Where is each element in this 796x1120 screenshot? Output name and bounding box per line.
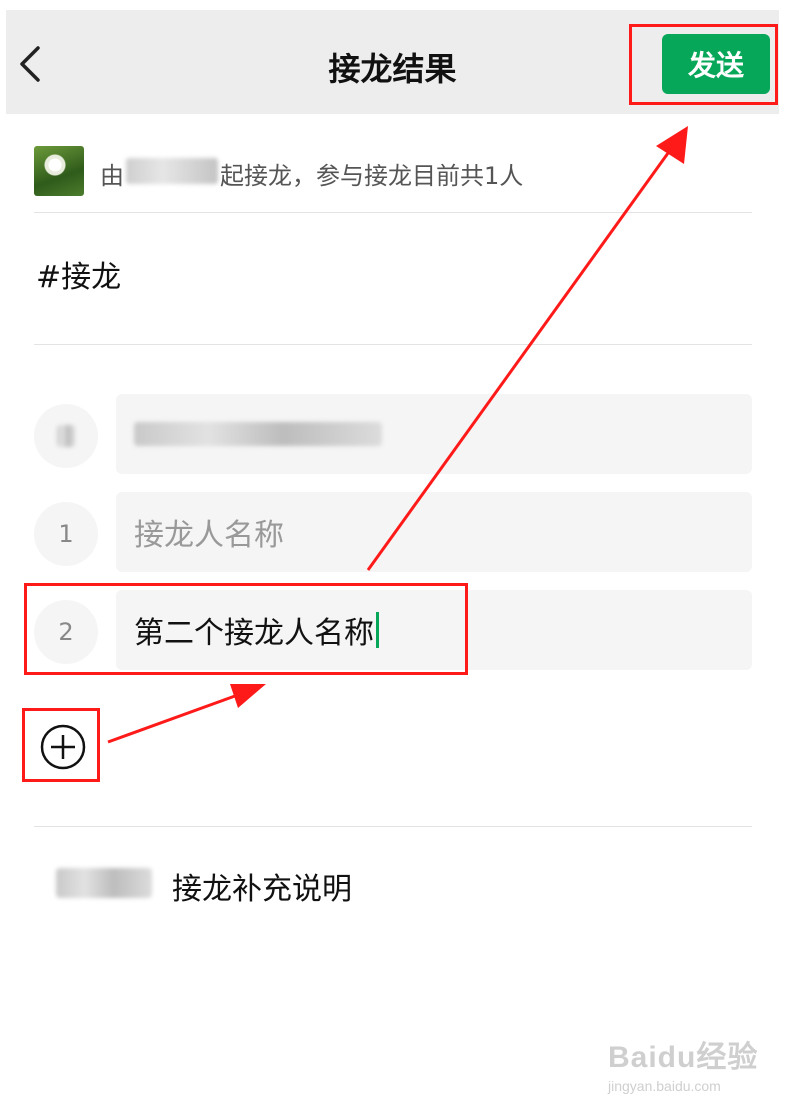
blurred-icon bbox=[57, 425, 75, 447]
entry-highlight-box bbox=[24, 583, 468, 675]
divider bbox=[34, 344, 752, 345]
entry-name-input[interactable]: 接龙人名称 bbox=[116, 492, 752, 572]
send-highlight-box bbox=[629, 24, 778, 105]
blurred-username bbox=[126, 158, 218, 184]
example-row-icon bbox=[34, 404, 98, 468]
blurred-supplement-icon bbox=[56, 868, 152, 898]
blurred-example-text bbox=[134, 422, 382, 446]
initiator-text: 由 起接龙，参与接龙目前共1人 bbox=[100, 156, 523, 191]
initiator-suffix: 起接龙，参与接龙目前共1人 bbox=[220, 162, 524, 190]
initiator-row: 由 起接龙，参与接龙目前共1人 bbox=[34, 146, 754, 198]
example-row-field bbox=[116, 394, 752, 474]
avatar bbox=[34, 146, 84, 196]
initiator-prefix: 由 bbox=[100, 162, 124, 190]
watermark: Baidu经验 jingyan.baidu.com bbox=[608, 1032, 768, 1104]
divider bbox=[34, 212, 752, 213]
topic-text[interactable]: #接龙 bbox=[36, 252, 121, 296]
add-highlight-box bbox=[22, 708, 100, 782]
entry-number: 1 bbox=[34, 502, 98, 566]
entry-placeholder: 接龙人名称 bbox=[134, 518, 284, 553]
arrow-to-entry bbox=[107, 690, 247, 744]
supplement-link[interactable]: 接龙补充说明 bbox=[172, 864, 352, 908]
arrowhead-entry bbox=[230, 684, 266, 708]
watermark-main: Baidu经验 bbox=[608, 1041, 759, 1074]
watermark-sub: jingyan.baidu.com bbox=[608, 1078, 721, 1094]
divider bbox=[34, 826, 752, 827]
